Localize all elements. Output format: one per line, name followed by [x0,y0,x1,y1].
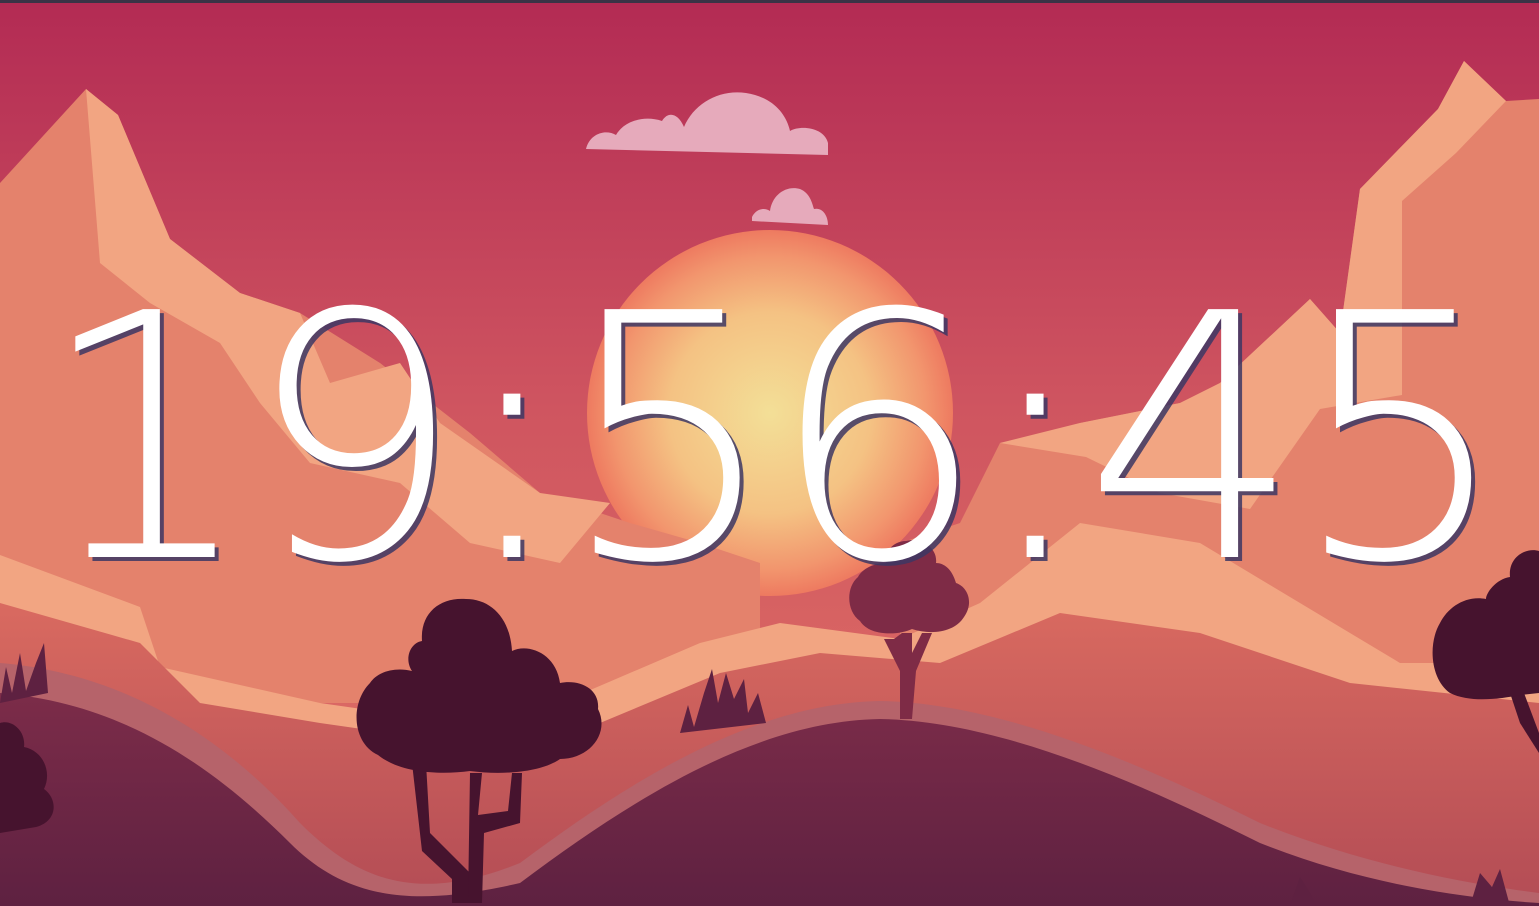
wallpaper-clock-screen: 19:56:45 [0,0,1539,906]
clock-time-display: 19:56:45 [37,242,1509,638]
